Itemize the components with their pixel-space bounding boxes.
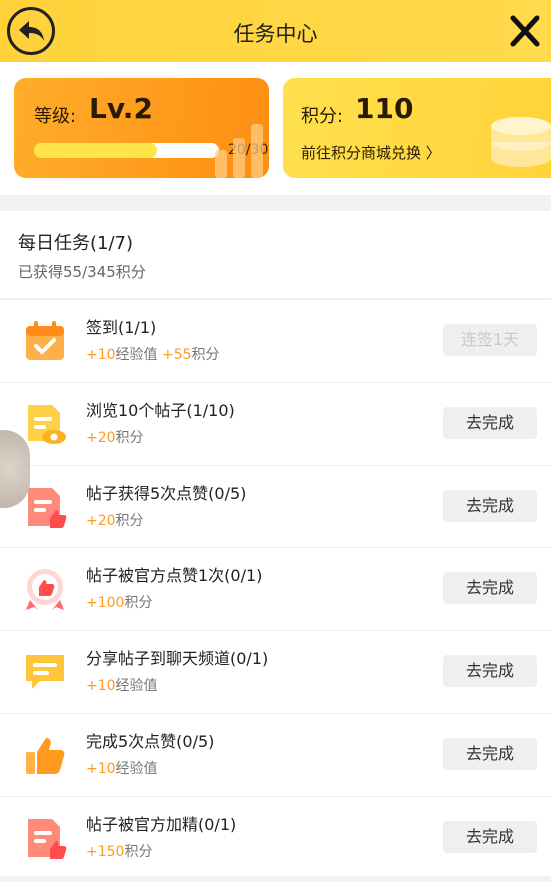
reward-unit: 积分: [191, 347, 220, 363]
daily-tasks-title: 每日任务(1/7): [18, 233, 134, 254]
bar-chart-decoration-icon: [215, 124, 263, 178]
reward-amount: +10: [86, 347, 116, 363]
go-complete-button[interactable]: 去完成: [443, 655, 537, 688]
reward-unit: 积分: [124, 843, 153, 860]
reward-unit: 积分: [124, 595, 153, 612]
task-title: 帖子被官方点赞1次(0/1): [86, 566, 263, 586]
reward-unit: 经验值: [115, 678, 158, 695]
task-reward: +20积分: [86, 427, 144, 447]
streak-button[interactable]: 连签1天: [443, 324, 537, 356]
task-row: 签到(1/1) +10经验值 +55积分 连签1天: [0, 300, 551, 383]
close-icon: [510, 15, 540, 47]
level-progress-fill: [34, 143, 158, 158]
points-value: 110: [355, 92, 414, 125]
points-label: 积分:: [301, 106, 344, 127]
task-title: 浏览10个帖子(1/10): [86, 400, 235, 420]
points-mall-link[interactable]: 前往积分商城兑换 〉: [301, 142, 441, 163]
task-row: 完成5次点赞(0/5) +10经验值 去完成: [0, 714, 551, 797]
task-title: 分享帖子到聊天频道(0/1): [86, 649, 269, 669]
task-title: 帖子被官方加精(0/1): [86, 814, 237, 834]
page-title: 任务中心: [233, 22, 318, 46]
reward-amount: +10: [86, 760, 116, 777]
doc-like-red-icon: [22, 815, 68, 861]
task-reward: +20积分: [86, 510, 144, 530]
go-complete-button[interactable]: 去完成: [443, 489, 537, 522]
reward-amount: +20: [86, 429, 116, 446]
task-row: 分享帖子到聊天频道(0/1) +10经验值 去完成: [0, 631, 551, 714]
level-label: 等级:: [34, 106, 77, 127]
reward-amount: +55: [162, 347, 192, 363]
floating-side-tab[interactable]: [0, 430, 30, 508]
doc-like-icon: [22, 484, 68, 530]
coins-icon: [491, 117, 551, 167]
go-complete-button[interactable]: 去完成: [443, 406, 537, 439]
level-card: 等级: Lv.2 20/30: [14, 78, 269, 178]
go-complete-button[interactable]: 去完成: [443, 737, 537, 770]
task-list: 签到(1/1) +10经验值 +55积分 连签1天 浏览10个帖子(1/10) +20积…: [0, 300, 551, 880]
task-reward: +100积分: [86, 592, 152, 612]
points-card[interactable]: 积分: 110 前往积分商城兑换 〉: [283, 78, 551, 178]
doc-eye-icon: [22, 401, 68, 447]
reward-amount: +20: [86, 512, 116, 529]
task-reward: +150积分: [86, 841, 152, 861]
reward-unit: 积分: [115, 429, 144, 446]
badge-like-icon: [22, 566, 68, 612]
reward-unit: 积分: [115, 512, 144, 529]
daily-tasks-subtitle: 已获得55/345积分: [18, 263, 146, 281]
level-value: Lv.2: [89, 92, 153, 125]
task-row: 帖子获得5次点赞(0/5) +20积分 去完成: [0, 466, 551, 549]
calendar-check-icon: [22, 318, 68, 364]
daily-tasks-header: 每日任务(1/7) 已获得55/345积分: [0, 211, 551, 299]
task-reward: +10经验值 +55积分: [86, 344, 220, 364]
close-button[interactable]: [509, 14, 541, 48]
top-bar: 任务中心: [0, 0, 551, 62]
task-row: 浏览10个帖子(1/10) +20积分 去完成: [0, 383, 551, 466]
footer-divider: [0, 876, 551, 882]
thumbs-up-icon: [22, 732, 68, 778]
task-title: 签到(1/1): [86, 318, 157, 337]
task-row: 帖子被官方加精(0/1) +150积分 去完成: [0, 797, 551, 880]
task-reward: +10经验值: [86, 675, 158, 695]
level-progress-bar: [34, 143, 219, 158]
reward-amount: +10: [86, 678, 116, 695]
task-row: 帖子被官方点赞1次(0/1) +100积分 去完成: [0, 548, 551, 632]
reward-unit: 经验值: [115, 347, 158, 363]
task-title: 完成5次点赞(0/5): [86, 731, 215, 751]
task-title: 帖子获得5次点赞(0/5): [86, 483, 247, 503]
reward-unit: 经验值: [115, 760, 158, 777]
header-area: 任务中心 等级: Lv.2 20/30 积分: 110 前往积分商城兑换 〉: [0, 0, 551, 195]
task-reward: +10经验值: [86, 758, 158, 778]
go-complete-button[interactable]: 去完成: [443, 572, 537, 605]
reward-amount: +100: [86, 595, 125, 612]
go-complete-button[interactable]: 去完成: [443, 820, 537, 853]
chat-bubble-icon: [22, 649, 68, 695]
reward-amount: +150: [86, 843, 125, 860]
